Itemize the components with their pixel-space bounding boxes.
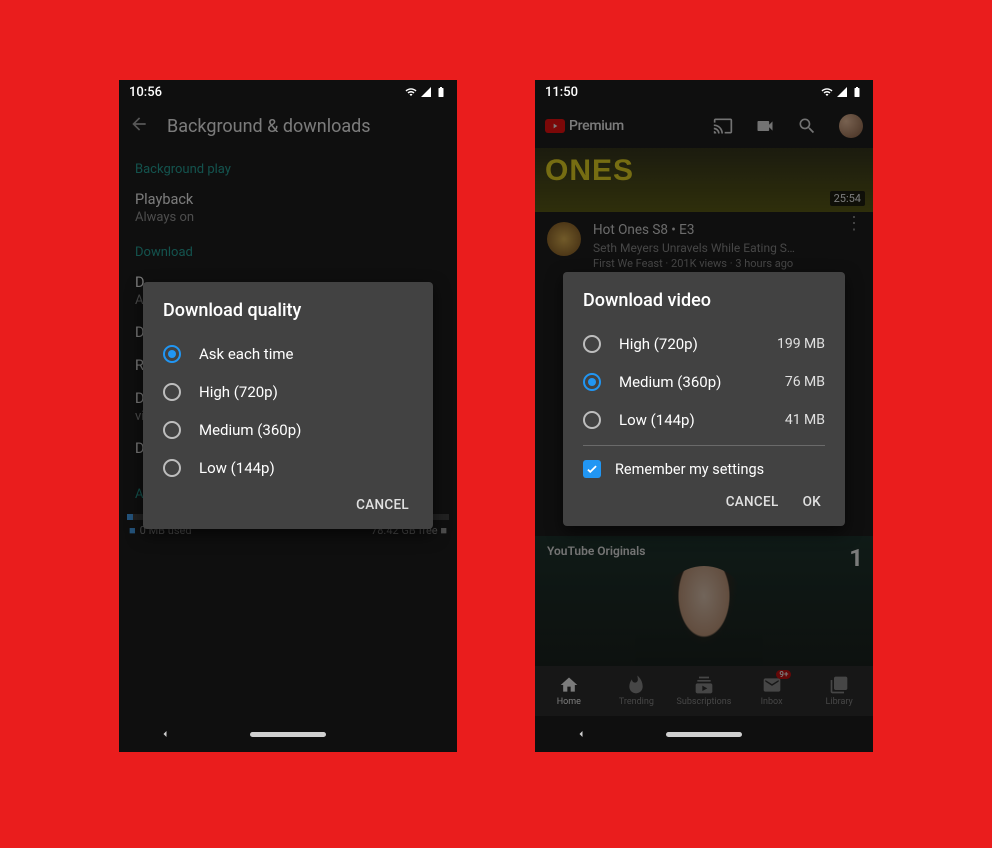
video-thumbnail[interactable]: ONES 25:54 [535,148,873,212]
radio-high-720p[interactable]: High (720p) 199 MB [583,325,825,363]
status-time: 10:56 [129,85,162,100]
avatar[interactable] [839,114,863,138]
radio-label: High (720p) [619,335,698,353]
file-size: 199 MB [777,336,825,352]
originals-thumbnail [660,566,748,666]
remember-settings-row[interactable]: Remember my settings [583,446,825,484]
inbox-badge: 9+ [776,670,791,679]
subscriptions-icon [694,675,714,695]
radio-label: Medium (360p) [619,373,721,391]
android-nav-bar [119,716,457,752]
download-video-dialog: Download video High (720p) 199 MB Medium… [563,272,845,526]
radio-icon [583,373,601,391]
battery-icon [435,86,447,98]
video-subtext: First We Feast · 201K views · 3 hours ag… [593,257,861,270]
nav-subscriptions[interactable]: Subscriptions [670,666,738,716]
radio-ask-each-time[interactable]: Ask each time [163,335,413,373]
phone-settings: 10:56 Background & downloads Background … [119,80,457,752]
radio-icon [583,335,601,353]
playback-label: Playback [135,191,441,208]
file-size: 41 MB [785,412,825,428]
library-icon [829,675,849,695]
phone-youtube: 11:50 Premium ONES 25:54 [535,80,873,752]
channel-avatar [547,222,581,256]
logo-text: Premium [569,118,624,134]
video-series-line: Hot Ones S8 • E3 [593,222,861,238]
thumbnail-text: ONES [545,154,863,188]
radio-label: Low (144p) [619,411,695,429]
wifi-icon [405,86,417,98]
setting-playback[interactable]: Playback Always on [119,181,457,231]
app-bar: Background & downloads [119,104,457,148]
nav-library[interactable]: Library [805,666,873,716]
bottom-nav: Home Trending Subscriptions Inbox 9+ Lib… [535,666,873,716]
playback-value: Always on [135,210,441,225]
radio-label: Low (144p) [199,459,275,477]
status-time: 11:50 [545,85,578,100]
status-bar: 11:50 [535,80,873,104]
radio-icon [163,383,181,401]
youtube-logo[interactable]: Premium [545,118,624,134]
battery-icon [851,86,863,98]
radio-icon [163,421,181,439]
section-background-play: Background play [119,148,457,181]
nav-home-pill[interactable] [666,732,742,737]
status-bar: 10:56 [119,80,457,104]
nav-inbox[interactable]: Inbox 9+ [738,666,806,716]
video-title: Seth Meyers Unravels While Eating S… [593,241,861,255]
radio-label: High (720p) [199,383,278,401]
nav-home-pill[interactable] [250,732,326,737]
android-nav-bar [535,716,873,752]
youtube-play-icon [545,119,565,133]
trending-icon [626,675,646,695]
radio-icon [163,459,181,477]
status-icons [821,86,863,98]
radio-icon [583,411,601,429]
nav-trending[interactable]: Trending [603,666,671,716]
video-metadata[interactable]: Hot Ones S8 • E3 Seth Meyers Unravels Wh… [535,212,873,280]
nav-back-icon[interactable] [159,725,171,744]
nav-back-icon[interactable] [575,725,587,744]
radio-medium-360p[interactable]: Medium (360p) [163,411,413,449]
kebab-icon[interactable]: ⋮ [845,222,863,226]
signal-icon [836,86,848,98]
wifi-icon [821,86,833,98]
back-arrow-icon[interactable] [129,114,149,139]
appbar-title: Background & downloads [167,116,371,137]
ok-button[interactable]: OK [803,494,821,510]
checkbox-icon [583,460,601,478]
radio-low-144p[interactable]: Low (144p) [163,449,413,487]
camera-icon[interactable] [755,116,775,136]
dialog-title: Download quality [163,300,413,321]
dialog-title: Download video [583,290,825,311]
radio-high-720p[interactable]: High (720p) [163,373,413,411]
youtube-header: Premium [535,104,873,148]
duration-badge: 25:54 [830,191,865,206]
download-quality-dialog: Download quality Ask each time High (720… [143,282,433,529]
cast-icon[interactable] [713,116,733,136]
status-icons [405,86,447,98]
cancel-button[interactable]: CANCEL [356,497,409,513]
file-size: 76 MB [785,374,825,390]
youtube-background: Premium ONES 25:54 Hot Ones S8 • E3 Seth… [535,104,873,280]
signal-icon [420,86,432,98]
cancel-button[interactable]: CANCEL [726,494,779,510]
youtube-originals-card[interactable]: YouTube Originals 1 [535,536,873,666]
section-download: Download [119,231,457,264]
radio-medium-360p[interactable]: Medium (360p) 76 MB [583,363,825,401]
nav-home[interactable]: Home [535,666,603,716]
home-icon [559,675,579,695]
originals-label: YouTube Originals [535,536,873,566]
radio-label: Medium (360p) [199,421,301,439]
originals-number: 1 [849,544,863,572]
radio-low-144p[interactable]: Low (144p) 41 MB [583,401,825,439]
radio-label: Ask each time [199,345,293,363]
search-icon[interactable] [797,116,817,136]
checkbox-label: Remember my settings [615,461,764,478]
radio-icon [163,345,181,363]
